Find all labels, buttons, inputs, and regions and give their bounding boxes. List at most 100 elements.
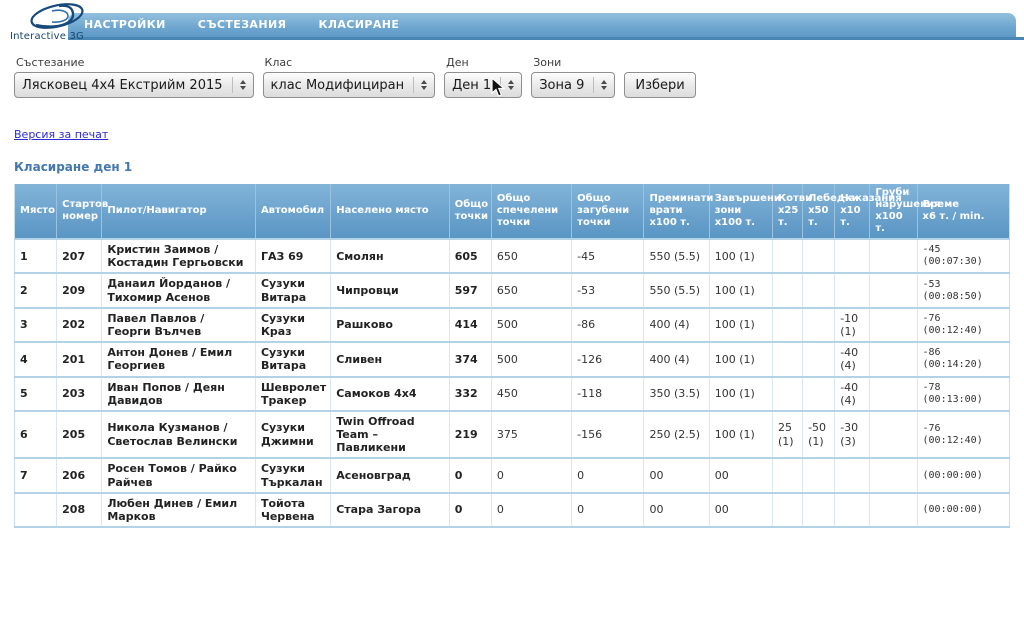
table-cell: 414 — [449, 308, 491, 342]
table-cell: -86 — [572, 308, 644, 342]
table-cell — [835, 458, 870, 492]
main-nav: НАСТРОЙКИ СЪСТЕЗАНИЯ КЛАСИРАНЕ — [68, 13, 1016, 37]
table-cell: 201 — [57, 342, 102, 376]
table-cell: 250 (2.5) — [644, 411, 709, 459]
table-cell: (00:00:00) — [917, 493, 1009, 527]
table-cell — [870, 273, 917, 307]
table-cell — [870, 308, 917, 342]
day-filter-group: Ден Ден 1 — [444, 56, 522, 98]
table-cell: Сузуки Джимни — [255, 411, 330, 459]
table-cell: 375 — [491, 411, 571, 459]
table-cell: 00 — [644, 458, 709, 492]
table-cell: 3 — [15, 308, 57, 342]
table-cell: Чипровци — [331, 273, 449, 307]
zone-select[interactable]: Зона 9 — [531, 72, 615, 98]
table-cell: -118 — [572, 377, 644, 411]
table-cell — [15, 493, 57, 527]
table-cell: 100 (1) — [709, 308, 772, 342]
table-row: 2209Данаил Йорданов / Тихомир АсеновСузу… — [15, 273, 1010, 307]
mouse-cursor-icon — [491, 77, 506, 98]
table-cell: Любен Динев / Емил Марков — [102, 493, 256, 527]
table-cell: 650 — [491, 273, 571, 307]
table-cell: -30 (3) — [835, 411, 870, 459]
table-cell: 500 — [491, 342, 571, 376]
table-cell: 0 — [449, 493, 491, 527]
nav-item-ranking[interactable]: КЛАСИРАНЕ — [302, 13, 415, 37]
table-cell — [772, 458, 802, 492]
nav-item-competitions[interactable]: СЪСТЕЗАНИЯ — [182, 13, 303, 37]
competition-filter-group: Състезание Лясковец 4x4 Екстрийм 2015 — [14, 56, 254, 98]
zones-label: Зони — [533, 56, 615, 69]
table-cell — [772, 239, 802, 273]
table-cell — [803, 273, 835, 307]
table-cell: Сузуки Витара — [255, 273, 330, 307]
day-select[interactable]: Ден 1 — [444, 72, 522, 98]
table-cell: 7 — [15, 458, 57, 492]
table-cell: ГАЗ 69 — [255, 239, 330, 273]
table-cell: 206 — [57, 458, 102, 492]
table-cell: Рашково — [331, 308, 449, 342]
table-row: 5203Иван Попов / Деян ДавидовШевролет Тр… — [15, 377, 1010, 411]
table-cell: 597 — [449, 273, 491, 307]
table-cell: Росен Томов / Райко Райчев — [102, 458, 256, 492]
page-title: Класиране ден 1 — [14, 160, 1024, 174]
table-cell: 25 (1) — [772, 411, 802, 459]
table-cell: -78 (00:13:00) — [917, 377, 1009, 411]
table-row: 208Любен Динев / Емил МарковТойота Черве… — [15, 493, 1010, 527]
print-version-link[interactable]: Версия за печат — [14, 128, 108, 141]
table-cell — [803, 308, 835, 342]
table-cell: -50 (1) — [803, 411, 835, 459]
page: Interactive 3G НАСТРОЙКИ СЪСТЕЗАНИЯ КЛАС… — [0, 0, 1024, 640]
table-cell: Тойота Червена — [255, 493, 330, 527]
column-header: Населено място — [331, 184, 449, 239]
table-cell — [803, 458, 835, 492]
table-cell: Сузуки Краз — [255, 308, 330, 342]
table-cell — [772, 377, 802, 411]
table-cell: 0 — [491, 493, 571, 527]
table-cell: 550 (5.5) — [644, 273, 709, 307]
column-header: Преминати врати x100 т. — [644, 184, 709, 239]
table-cell — [835, 239, 870, 273]
column-header: Общо спечелени точки — [491, 184, 571, 239]
table-cell: Никола Кузманов / Светослав Велински — [102, 411, 256, 459]
table-cell: 0 — [491, 458, 571, 492]
table-cell: 0 — [449, 458, 491, 492]
table-cell: Павел Павлов / Георги Вълчев — [102, 308, 256, 342]
table-cell: 0 — [572, 458, 644, 492]
table-cell: Кристин Заимов / Костадин Гергьовски — [102, 239, 256, 273]
table-cell — [870, 493, 917, 527]
table-cell — [803, 377, 835, 411]
competition-select[interactable]: Лясковец 4x4 Екстрийм 2015 — [14, 72, 254, 98]
select-button[interactable]: Избери — [624, 72, 695, 98]
table-cell: 350 (3.5) — [644, 377, 709, 411]
table-cell: 5 — [15, 377, 57, 411]
column-header: Груби нарушения x100 т. — [870, 184, 917, 239]
table-cell: 6 — [15, 411, 57, 459]
table-cell: Антон Донев / Емил Георгиев — [102, 342, 256, 376]
table-cell: 100 (1) — [709, 273, 772, 307]
brand-name: Interactive 3G — [10, 31, 120, 42]
table-cell: 0 — [572, 493, 644, 527]
table-cell: -76 (00:12:40) — [917, 411, 1009, 459]
table-cell: -40 (4) — [835, 377, 870, 411]
table-cell — [870, 342, 917, 376]
competition-select-value: Лясковец 4x4 Екстрийм 2015 — [22, 78, 223, 93]
table-cell: 202 — [57, 308, 102, 342]
column-header: Завършени зони x100 т. — [709, 184, 772, 239]
table-cell: 1 — [15, 239, 57, 273]
day-label: Ден — [446, 56, 522, 69]
class-select[interactable]: клас Модифициран — [263, 72, 436, 98]
competition-label: Състезание — [16, 56, 254, 69]
table-cell: -53 (00:08:50) — [917, 273, 1009, 307]
column-header: Пилот/Навигатор — [102, 184, 256, 239]
class-select-value: клас Модифициран — [271, 78, 405, 93]
select-stepper-icon — [232, 77, 246, 93]
table-cell: -45 — [572, 239, 644, 273]
select-stepper-icon — [413, 77, 427, 93]
table-cell: Сузуки Търкалан — [255, 458, 330, 492]
header-row: МястоСтартов номерПилот/НавигаторАвтомоб… — [15, 184, 1010, 239]
table-cell — [772, 342, 802, 376]
table-cell: 203 — [57, 377, 102, 411]
results-table-body: 1207Кристин Заимов / Костадин Гергьовски… — [15, 239, 1010, 527]
column-header: Автомобил — [255, 184, 330, 239]
